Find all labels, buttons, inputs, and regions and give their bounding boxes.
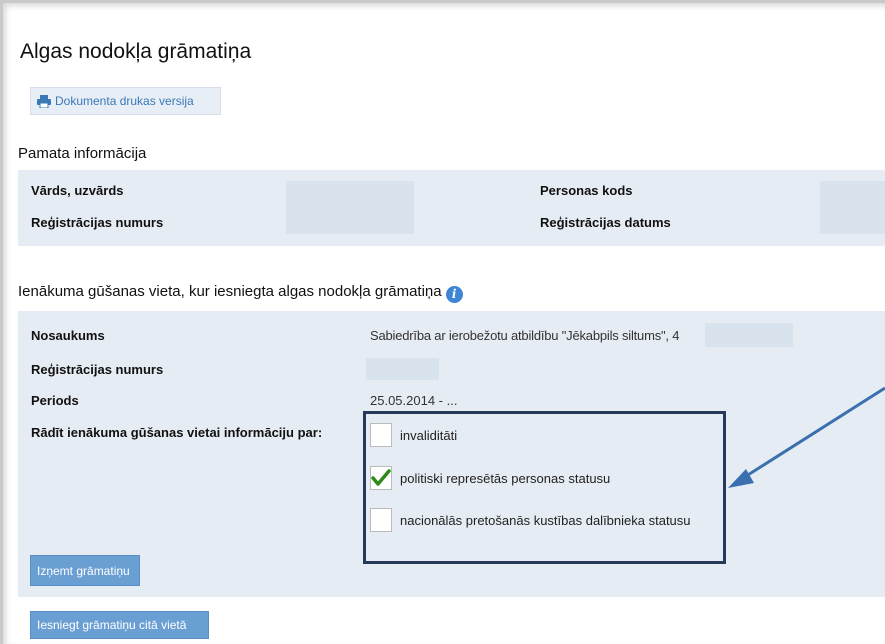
annotation-arrow-icon	[728, 386, 885, 488]
